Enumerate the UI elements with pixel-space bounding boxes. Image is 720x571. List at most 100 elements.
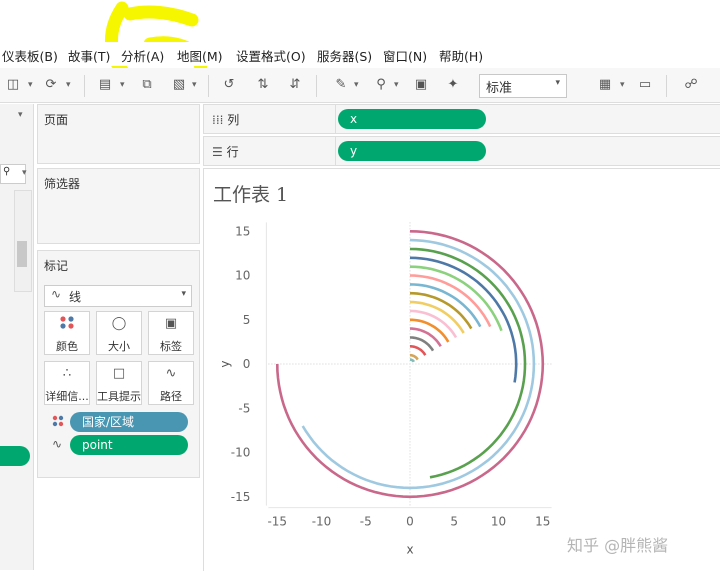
fit-select-value: 标准 [486,81,513,96]
color-field-icon [52,415,64,430]
toolbar-separator [84,75,85,97]
toolbar-separator [666,75,667,97]
chevron-down-icon[interactable]: ▾ [22,168,27,178]
path-button-label: 路径 [160,390,182,403]
menu-story[interactable]: 故事(T) [68,46,110,65]
y-tick-label: -15 [231,490,251,504]
size-icon: ◯ [111,316,127,331]
chevron-down-icon: ▾ [555,78,560,88]
data-pane: ▾ ⚲ ▾ [0,104,34,570]
tooltip-icon: □ [112,366,126,381]
fit-select[interactable]: 标准 ▾ [479,74,567,98]
rows-icon: ☰ [212,145,227,159]
menu-analysis[interactable]: 分析(A) [121,46,164,65]
color-button-label: 颜色 [56,340,78,353]
tooltip-button-label: 工具提示 [97,390,141,403]
series-arc [410,345,427,356]
radial-arc-chart: -15 -10 -5 0 5 10 15 15 10 5 0 -5 -10 -15 x y [218,222,552,557]
label-icon[interactable]: ▣ [412,76,430,94]
toolbar-separator [208,75,209,97]
series-arc [301,238,536,490]
scrollbar[interactable] [14,190,32,292]
pushpin-icon[interactable]: ✦ [444,76,462,94]
sort-desc-icon[interactable]: ⇵ [286,76,304,94]
x-tick-label: 10 [491,515,506,529]
columns-icon: ⁞⁞⁞ [212,113,228,127]
presentation-icon[interactable]: ▭ [636,76,654,94]
y-tick-label: -5 [238,401,250,415]
share-icon[interactable]: ☍ [682,76,700,94]
filters-card[interactable]: 筛选器 [37,168,200,244]
tooltip-button[interactable]: □ 工具提示 [96,361,142,405]
detail-dots-icon: ∴ [62,366,72,381]
size-button[interactable]: ◯ 大小 [96,311,142,355]
save-icon[interactable]: ◫ [4,76,22,94]
paperclip-icon[interactable]: ⚲ [372,76,390,94]
shelf-divider [335,137,336,165]
watermark: 知乎 @胖熊酱 [567,536,669,555]
y-tick-label: -10 [231,446,251,460]
sort-asc-icon[interactable]: ⇅ [254,76,272,94]
scrollbar-thumb[interactable] [17,241,27,267]
highlight-icon[interactable]: ✎ [332,76,350,94]
columns-shelf-label: ⁞⁞⁞ 列 [212,111,239,128]
menu-dashboard[interactable]: 仪表板(B) [2,46,58,65]
x-tick-label: 15 [535,515,550,529]
x-axis-label: x [406,543,413,557]
label-icon: ▣ [164,316,178,331]
pages-card-title: 页面 [44,113,69,127]
field-pill[interactable] [0,446,30,466]
series-arc [409,247,527,479]
undo-icon[interactable]: ⟳ [42,76,60,94]
menu-map[interactable]: 地图(M) [177,46,223,65]
mark-type-select[interactable]: ∿ 线 ▾ [44,285,192,307]
duplicate-sheet-icon[interactable]: ⧉ [138,76,156,94]
path-icon: ∿ [165,366,177,381]
detail-button-label: 详细信... [45,390,89,403]
clear-sheet-icon[interactable]: ▧ [170,76,188,94]
color-field-pill[interactable]: 国家/区域 [70,412,188,432]
chevron-down-icon[interactable]: ▾ [120,76,125,94]
search-icon: ⚲ [3,166,11,177]
marks-card-title: 标记 [44,259,69,273]
y-tick-label: 15 [235,224,250,238]
chevron-down-icon[interactable]: ▾ [620,76,625,94]
chevron-down-icon[interactable]: ▾ [192,76,197,94]
menu-server[interactable]: 服务器(S) [317,46,372,65]
x-tick-label: -15 [267,515,287,529]
chevron-down-icon[interactable]: ▾ [28,76,33,94]
label-button[interactable]: ▣ 标签 [148,311,194,355]
y-tick-label: 0 [243,357,251,371]
filters-card-title: 筛选器 [44,177,81,191]
rows-field-pill[interactable]: y [338,141,486,161]
path-field-pill[interactable]: point [70,435,188,455]
swap-icon[interactable]: ↺ [220,76,238,94]
pages-card[interactable]: 页面 [37,104,200,164]
color-palette-icon [45,316,89,334]
path-field-icon: ∿ [52,437,63,451]
chevron-down-icon[interactable]: ▾ [394,76,399,94]
chevron-down-icon[interactable]: ▾ [354,76,359,94]
menu-bar: 仪表板(B) 故事(T) 分析(A) 地图(M) 设置格式(O) 服务器(S) … [0,42,720,66]
chevron-down-icon[interactable]: ▾ [66,76,71,94]
new-worksheet-icon[interactable]: ▤ [96,76,114,94]
series-arc [409,336,435,352]
columns-label-text: 列 [227,113,240,127]
detail-button[interactable]: ∴ 详细信... [44,361,90,405]
columns-field-pill[interactable]: x [338,109,486,129]
color-button[interactable]: 颜色 [44,311,90,355]
mark-type-value: 线 [69,290,82,304]
rows-shelf: ☰ 行 y [203,136,720,166]
menu-format[interactable]: 设置格式(O) [236,46,306,65]
y-tick-label: 5 [243,313,251,327]
chevron-down-icon[interactable]: ▾ [18,110,23,120]
chevron-down-icon: ▾ [181,289,186,299]
y-tick-label: 10 [235,269,250,283]
path-button[interactable]: ∿ 路径 [148,361,194,405]
menu-window[interactable]: 窗口(N) [383,46,427,65]
menu-help[interactable]: 帮助(H) [439,46,483,65]
show-me-icon[interactable]: ▦ [596,76,614,94]
toolbar-separator [316,75,317,97]
chart-gridlines [265,222,552,509]
shelf-divider [335,105,336,133]
